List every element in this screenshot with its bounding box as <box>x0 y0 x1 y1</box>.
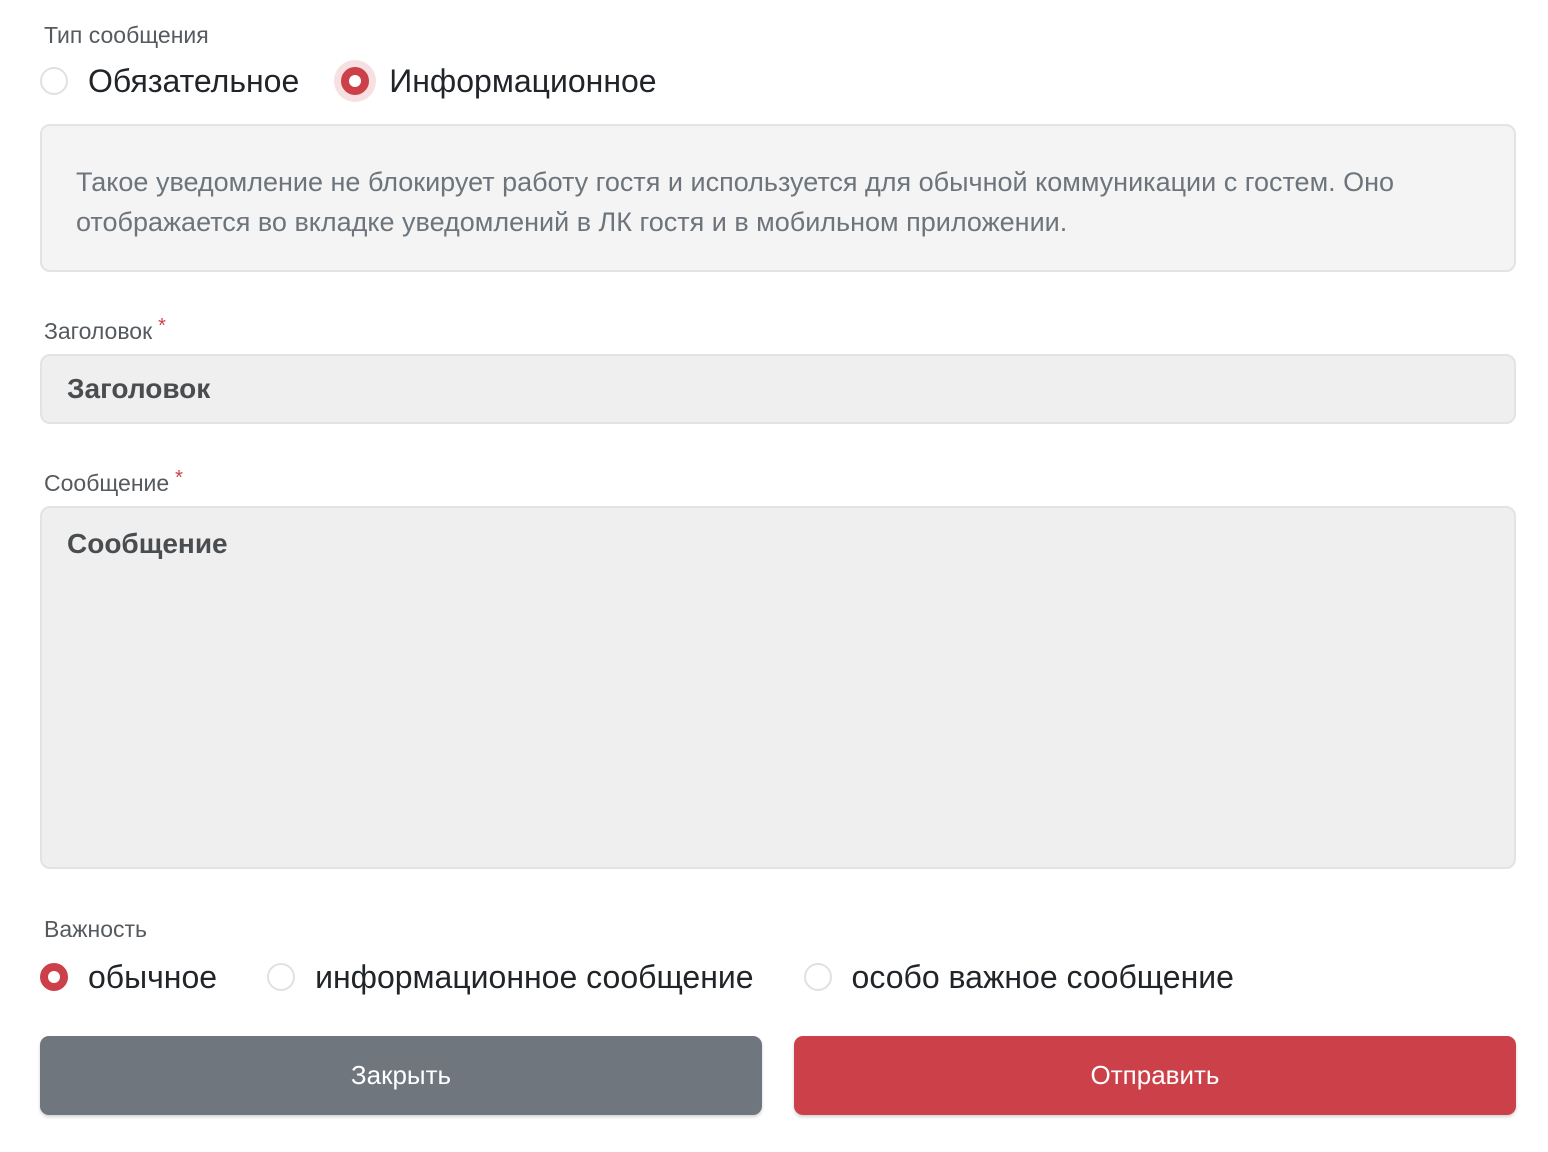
radio-informational-message[interactable] <box>267 963 296 991</box>
message-type-option-informational[interactable]: Информационное <box>341 63 657 99</box>
message-placeholder: Сообщение <box>67 528 228 559</box>
message-type-description: Такое уведомление не блокирует работу го… <box>40 124 1516 272</box>
message-textarea[interactable]: Сообщение <box>40 506 1516 869</box>
importance-option-normal[interactable]: обычное <box>40 961 217 993</box>
message-label-row: Сообщение * <box>44 468 183 496</box>
message-type-radio-group: Обязательное Информационное <box>40 63 657 99</box>
required-asterisk: * <box>158 315 166 337</box>
send-button[interactable]: Отправить <box>794 1036 1516 1115</box>
importance-option-normal-label: обычное <box>88 959 218 995</box>
importance-option-informational-label: информационное сообщение <box>315 959 754 995</box>
required-asterisk: * <box>175 467 183 489</box>
title-input[interactable]: Заголовок <box>40 354 1516 424</box>
message-label: Сообщение <box>44 470 170 496</box>
message-type-option-mandatory[interactable]: Обязательное <box>40 65 299 97</box>
importance-option-critical[interactable]: особо важное сообщение <box>803 959 1234 995</box>
message-type-option-mandatory-label: Обязательное <box>88 63 300 99</box>
message-type-label: Тип сообщения <box>44 22 209 48</box>
title-label: Заголовок <box>44 318 153 344</box>
importance-label: Важность <box>44 916 148 942</box>
radio-mandatory[interactable] <box>40 67 68 95</box>
title-placeholder: Заголовок <box>67 373 211 404</box>
radio-informational[interactable] <box>341 67 370 95</box>
title-label-row: Заголовок * <box>44 316 166 344</box>
radio-critical-message[interactable] <box>803 963 832 991</box>
close-button[interactable]: Закрыть <box>40 1036 762 1115</box>
importance-option-critical-label: особо важное сообщение <box>851 959 1234 995</box>
importance-radio-group: обычное информационное сообщение особо в… <box>40 959 1234 995</box>
importance-option-informational[interactable]: информационное сообщение <box>267 959 754 995</box>
radio-normal[interactable] <box>40 963 68 991</box>
message-type-option-informational-label: Информационное <box>389 63 657 99</box>
